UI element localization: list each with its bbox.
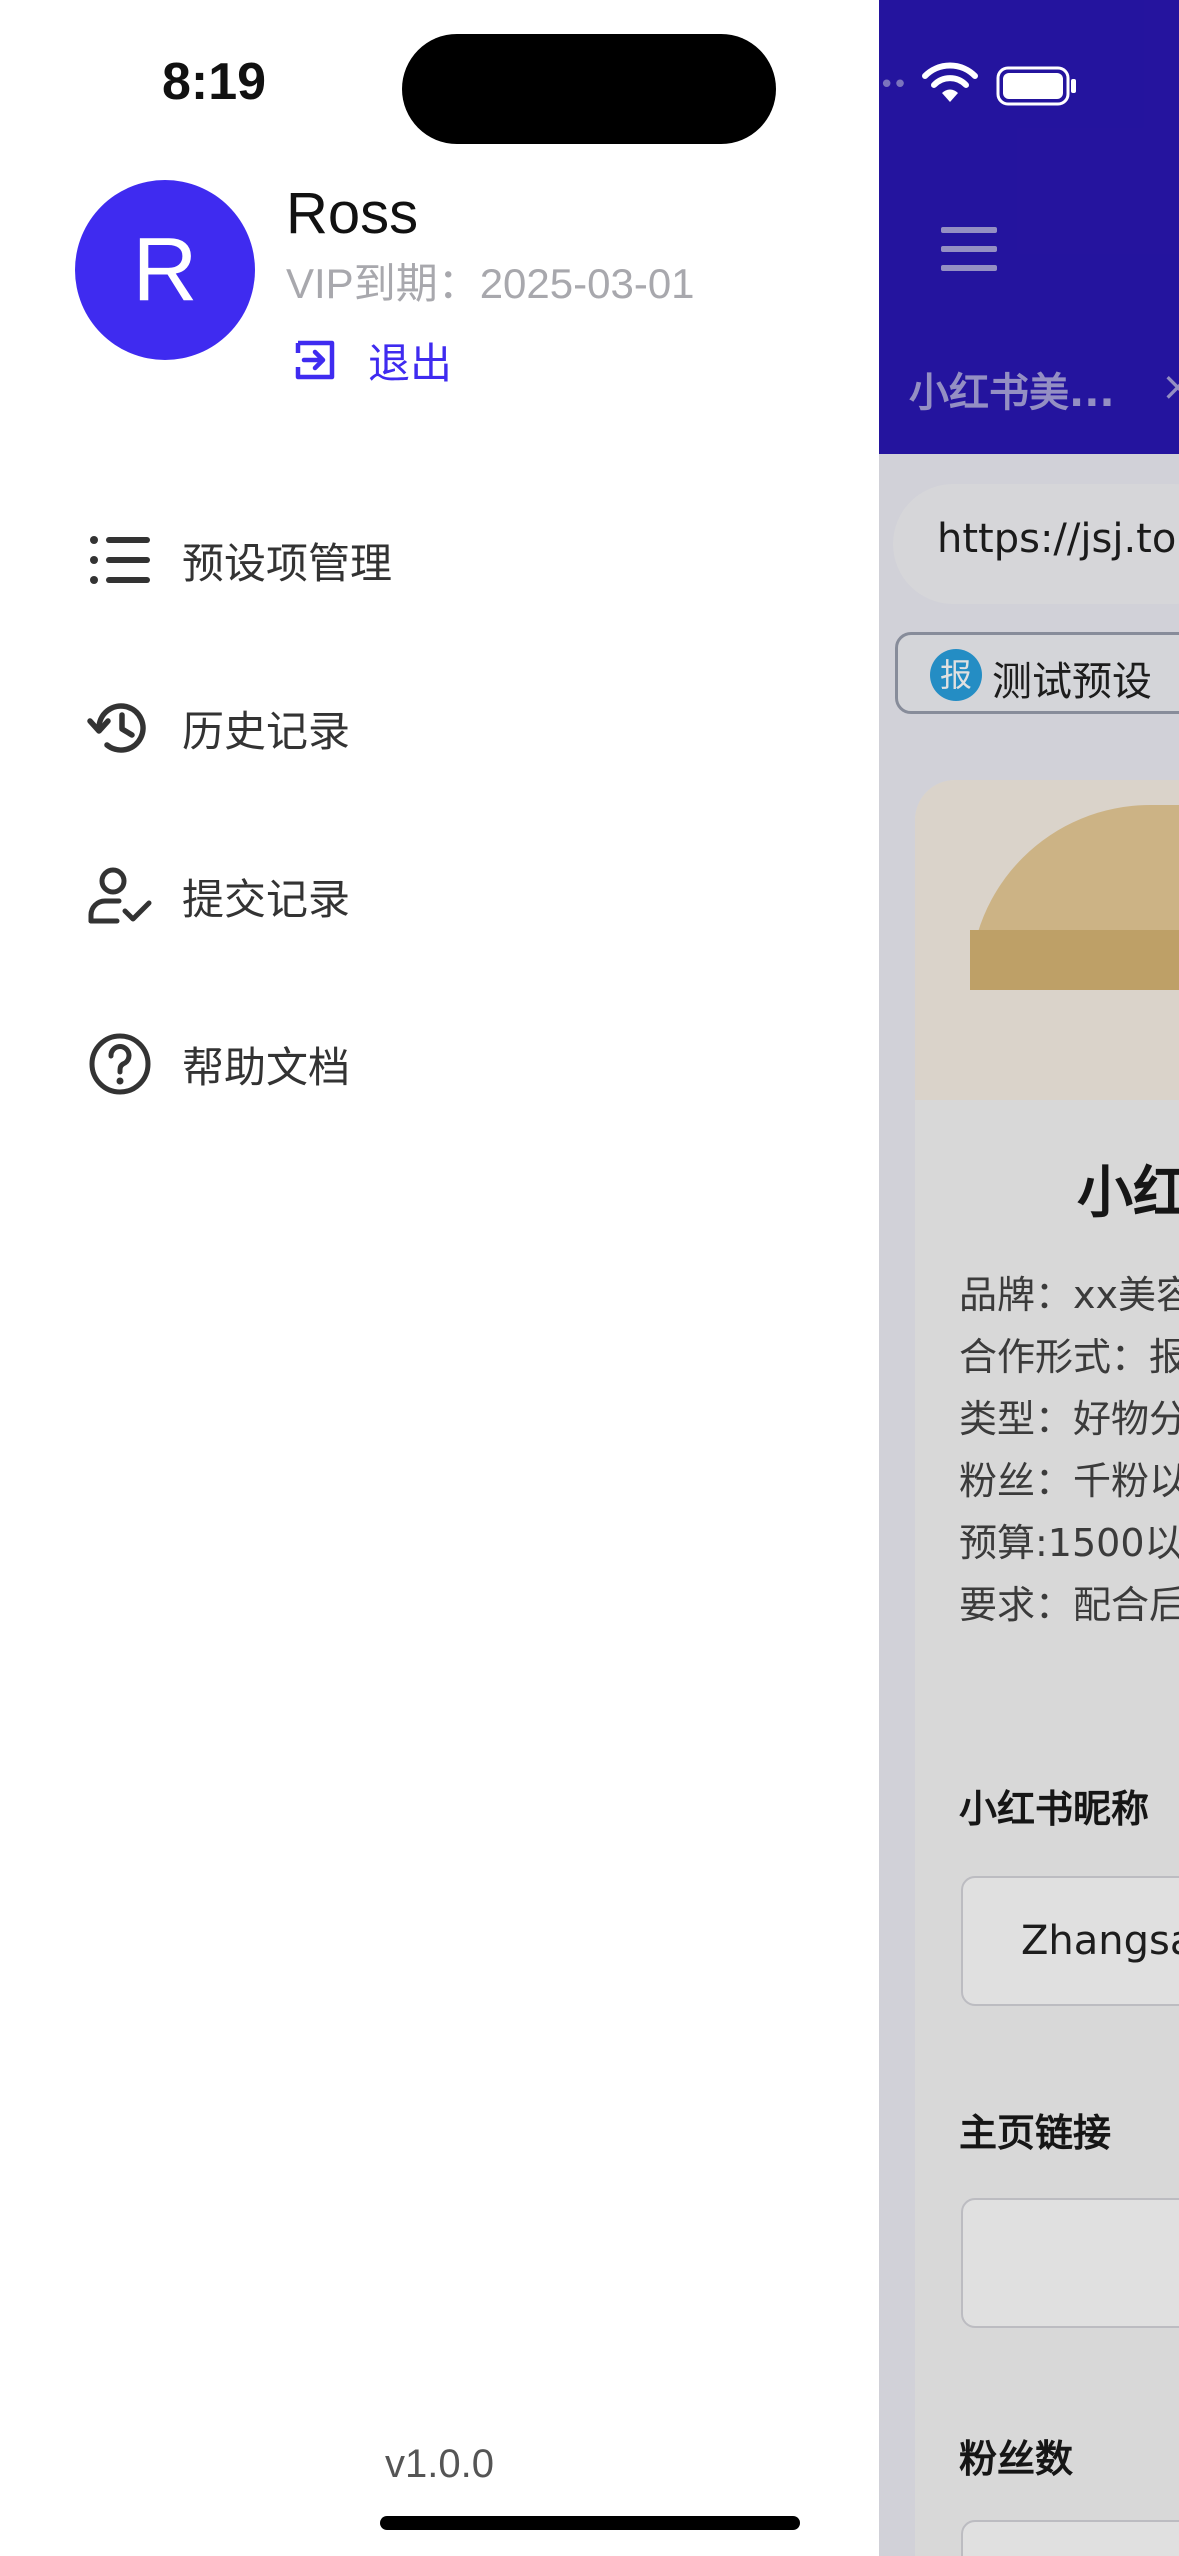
user-check-icon (80, 856, 160, 936)
preset-badge: 报 (930, 649, 982, 701)
vip-expiry-label: VIP到期：2025-03-01 (286, 260, 695, 307)
field-label-homepage: 主页链接 (959, 2111, 1112, 2155)
menu-item-history[interactable]: 历史记录 (80, 678, 780, 778)
status-bar-right: •• (879, 55, 908, 115)
help-circle-icon (80, 1024, 160, 1104)
nickname-field[interactable]: Zhangsan (961, 1876, 1179, 2006)
field-label-followers: 粉丝数 (959, 2437, 1074, 2481)
menu-item-label: 提交记录 (182, 874, 351, 924)
menu-item-help-docs[interactable]: 帮助文档 (80, 1014, 780, 1114)
form-card: 小红 品牌：xx美容 合作形式：报 类型：好物分 粉丝：千粉以 预算:1500以… (915, 780, 1179, 2556)
status-dots: •• (879, 70, 908, 100)
tab-close-icon[interactable]: × (1161, 364, 1179, 410)
form-banner-image (915, 780, 1179, 1100)
navigation-drawer: 8:19 R Ross VIP到期：2025-03-01 退出 预设项管理 历史… (0, 0, 879, 2556)
avatar: R (75, 180, 255, 360)
status-time: 8:19 (162, 53, 267, 111)
logout-button[interactable]: 退出 (290, 330, 452, 390)
info-line-brand: 品牌：xx美容 (959, 1273, 1179, 1317)
app-version: v1.0.0 (385, 2442, 494, 2486)
info-line-requirement: 要求：配合后 (959, 1583, 1179, 1627)
home-indicator[interactable] (380, 2516, 800, 2530)
field-label-nickname: 小红书昵称 (959, 1787, 1150, 1831)
preset-chip[interactable]: 报 测试预设 (895, 632, 1179, 714)
list-icon (80, 520, 160, 600)
preset-chip-label: 测试预设 (992, 659, 1152, 705)
homepage-link-field[interactable] (961, 2198, 1179, 2328)
info-line-type: 类型：好物分 (959, 1397, 1179, 1441)
dynamic-island (402, 34, 776, 144)
info-line-fans: 粉丝：千粉以 (959, 1459, 1179, 1503)
followers-field[interactable] (961, 2520, 1179, 2556)
banner-art (970, 805, 1179, 990)
info-line-budget: 预算:1500以 (959, 1521, 1179, 1565)
history-icon (80, 688, 160, 768)
hamburger-menu-icon[interactable] (941, 227, 997, 271)
form-title: 小红 (1077, 1161, 1179, 1226)
menu-item-label: 历史记录 (182, 706, 351, 756)
nickname-field-value: Zhangsan (1021, 1918, 1179, 1964)
url-bar[interactable]: https://jsj.top/ (893, 484, 1179, 604)
logout-label: 退出 (368, 338, 453, 388)
menu-item-submission-records[interactable]: 提交记录 (80, 846, 780, 946)
info-line-cooperation: 合作形式：报 (959, 1335, 1179, 1379)
tab-title[interactable]: 小红书美... (909, 360, 1115, 418)
battery-icon (996, 66, 1076, 106)
user-name: Ross (286, 181, 419, 246)
menu-item-preset-management[interactable]: 预设项管理 (80, 510, 780, 610)
wifi-icon (922, 62, 978, 102)
menu-item-label: 预设项管理 (182, 538, 393, 588)
menu-item-label: 帮助文档 (182, 1042, 351, 1092)
url-text: https://jsj.top/ (937, 516, 1179, 562)
background-app: •• 小红书美... × https://jsj.top/ 报 测试预设 小红 … (879, 0, 1179, 2556)
logout-icon (295, 340, 335, 380)
